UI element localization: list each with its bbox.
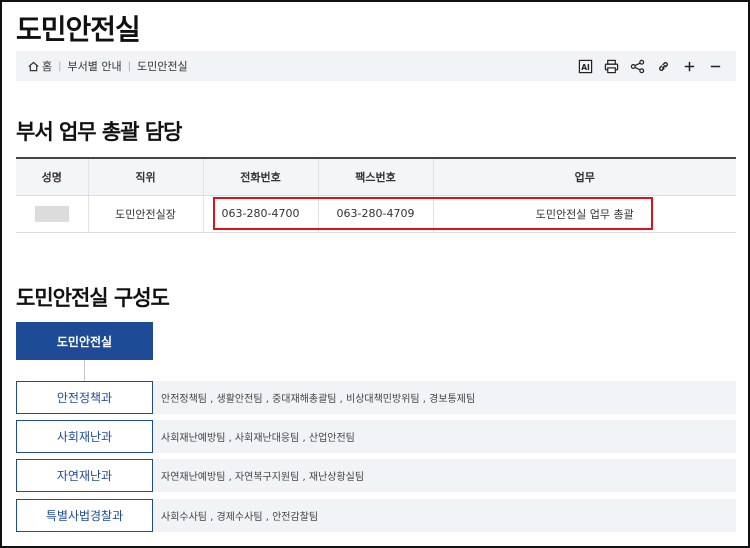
- org-connector-line: [84, 360, 85, 382]
- column-header-duty: 업무: [433, 158, 736, 196]
- org-dept-social-disaster[interactable]: 사회재난과: [16, 420, 153, 453]
- org-row: 자연재난과 자연재난예방팀 , 자연복구지원팀 , 재난상황실팀: [16, 459, 736, 492]
- redacted-name: [34, 205, 69, 222]
- column-header-name: 성명: [16, 158, 89, 196]
- cell-phone: 063-280-4700: [203, 195, 319, 233]
- cell-name: [16, 195, 89, 233]
- org-root-node[interactable]: 도민안전실: [16, 322, 153, 360]
- breadcrumb: 홈 | 부서별 안내 | 도민안전실 AI: [16, 51, 736, 81]
- page-tools: AI: [577, 51, 724, 81]
- org-dept-special-police[interactable]: 특별사법경찰과: [16, 499, 153, 532]
- column-header-position: 직위: [88, 158, 204, 196]
- org-section-heading: 도민안전실 구성도: [16, 286, 170, 310]
- org-row: 특별사법경찰과 사회수사팀 , 경제수사팀 , 안전감찰팀: [16, 499, 736, 532]
- breadcrumb-home-label: 홈: [42, 60, 53, 73]
- zoom-in-icon[interactable]: [681, 58, 698, 75]
- breadcrumb-separator: |: [58, 60, 62, 72]
- cell-fax: 063-280-4709: [318, 195, 434, 233]
- column-header-phone: 전화번호: [203, 158, 319, 196]
- page-title: 도민안전실: [16, 13, 141, 46]
- org-row: 사회재난과 사회재난예방팀 , 사회재난대응팀 , 산업안전팀: [16, 420, 736, 453]
- ai-icon[interactable]: AI: [577, 58, 594, 75]
- breadcrumb-home[interactable]: 홈: [28, 58, 52, 74]
- org-teams-social-disaster: 사회재난예방팀 , 사회재난대응팀 , 산업안전팀: [161, 433, 355, 444]
- svg-text:AI: AI: [581, 62, 590, 71]
- breadcrumb-separator: |: [127, 60, 131, 72]
- breadcrumb-level2[interactable]: 도민안전실: [137, 58, 188, 74]
- org-dept-safety-policy[interactable]: 안전정책과: [16, 381, 153, 414]
- table-header-row: 성명 직위 전화번호 팩스번호 업무: [16, 158, 736, 196]
- org-teams-safety-policy: 안전정책팀 , 생활안전팀 , 중대재해총괄팀 , 비상대책민방위팀 , 경보통…: [161, 394, 476, 405]
- print-icon[interactable]: [603, 58, 620, 75]
- org-row: 안전정책과 안전정책팀 , 생활안전팀 , 중대재해총괄팀 , 비상대책민방위팀…: [16, 381, 736, 414]
- table-row: 도민안전실장 063-280-4700 063-280-4709 도민안전실 업…: [16, 195, 736, 233]
- staff-section-heading: 부서 업무 총괄 담당: [16, 120, 182, 144]
- share-icon[interactable]: [629, 58, 646, 75]
- cell-position: 도민안전실장: [88, 195, 204, 233]
- link-icon[interactable]: [655, 58, 672, 75]
- org-teams-special-police: 사회수사팀 , 경제수사팀 , 안전감찰팀: [161, 512, 319, 523]
- breadcrumb-level1[interactable]: 부서별 안내: [68, 58, 122, 74]
- cell-duty: 도민안전실 업무 총괄: [433, 195, 736, 233]
- zoom-out-icon[interactable]: [707, 58, 724, 75]
- staff-table: 성명 직위 전화번호 팩스번호 업무 도민안전실장 063-280-4700 0…: [16, 157, 736, 233]
- column-header-fax: 팩스번호: [318, 158, 434, 196]
- org-dept-natural-disaster[interactable]: 자연재난과: [16, 459, 153, 492]
- home-icon: [28, 61, 39, 71]
- org-teams-natural-disaster: 자연재난예방팀 , 자연복구지원팀 , 재난상황실팀: [161, 472, 365, 483]
